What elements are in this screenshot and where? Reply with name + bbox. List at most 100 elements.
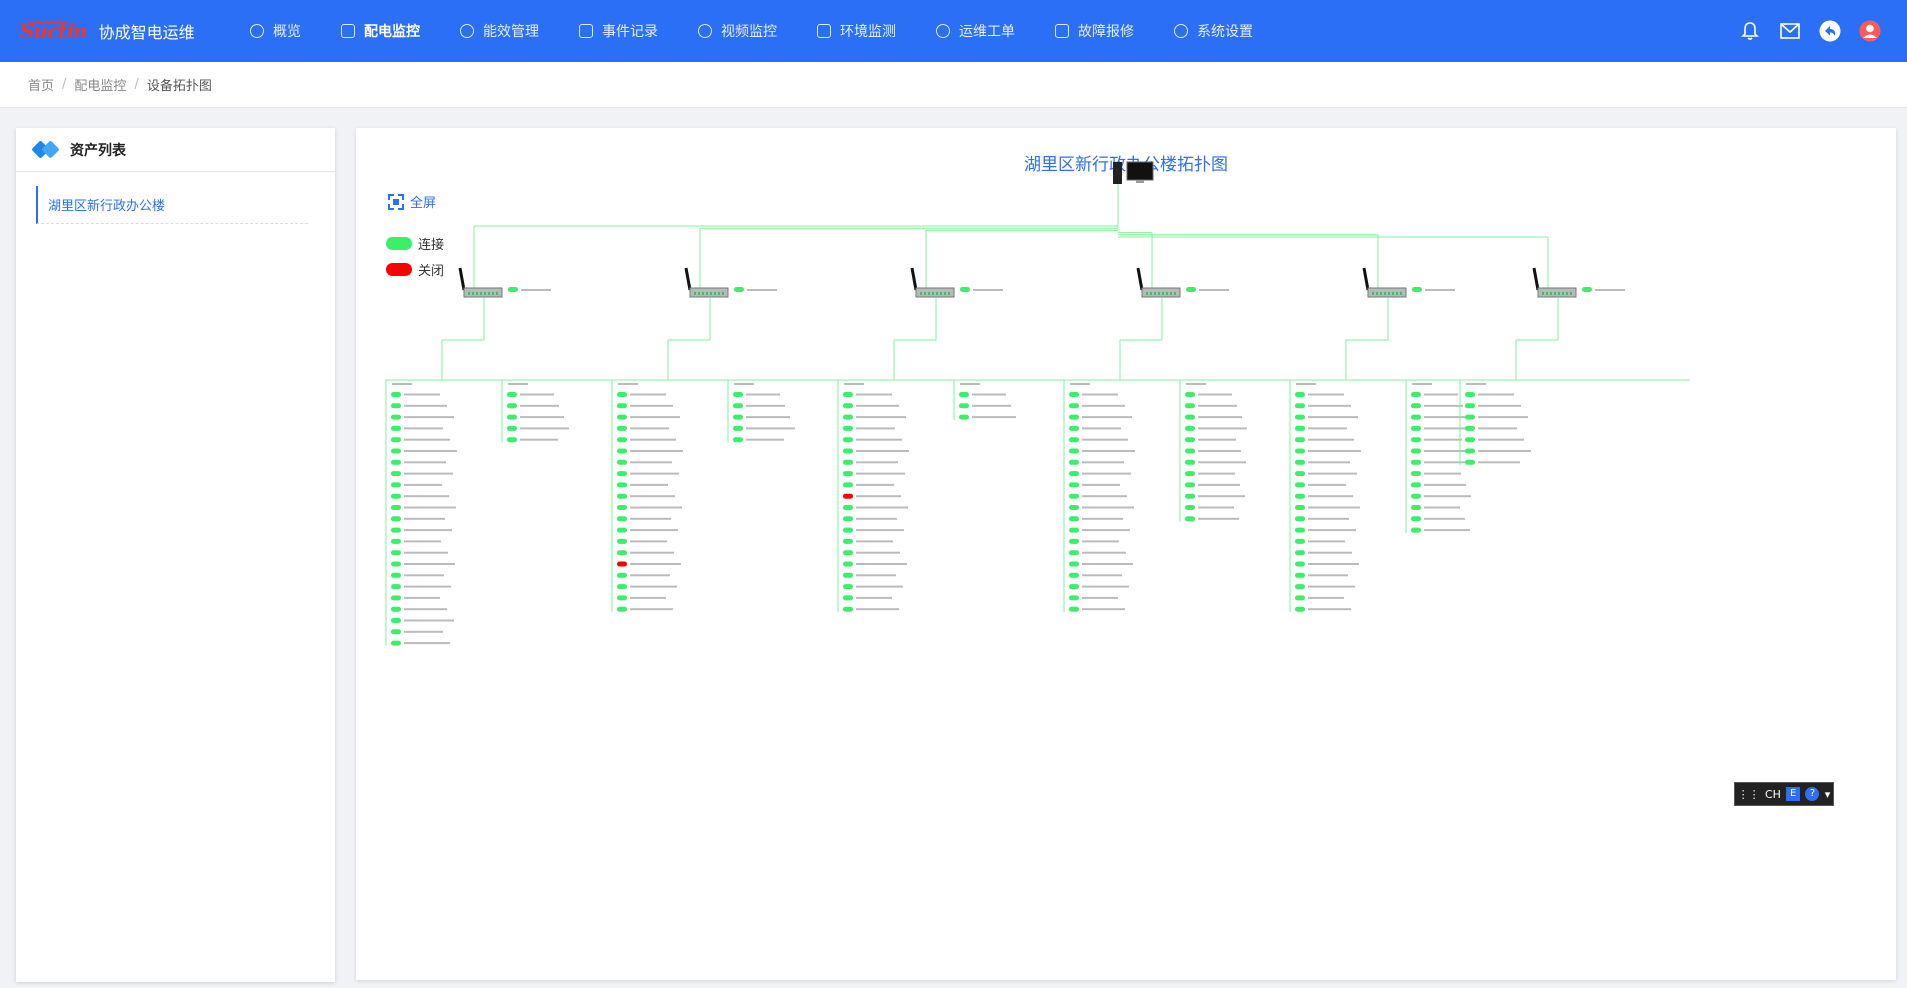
device-status-dot [1295,584,1305,590]
nav-item-2[interactable]: 能效管理 [440,0,559,62]
device-status-dot [1185,392,1195,397]
device-status-dot [1295,392,1305,397]
device-status-dot [959,392,969,397]
device-label-text [404,517,445,520]
mail-icon[interactable] [1779,20,1801,42]
device-status-dot [1069,550,1079,556]
ime-language-label[interactable]: CH [1765,788,1781,801]
device-status-dot [843,414,853,420]
nav-item-6[interactable]: 运维工单 [916,0,1035,62]
router-port [944,292,946,295]
device-label-text [1308,495,1353,498]
device-status-dot [617,505,627,510]
router-port [1546,292,1548,295]
device-status-dot [1465,448,1475,454]
ime-toolbar[interactable]: ⋮⋮ CH E ? ▾ [1734,782,1834,806]
nav-item-7[interactable]: 故障报修 [1035,0,1154,62]
router-port [496,292,498,295]
device-status-dot [391,640,401,646]
device-label-text [1308,529,1356,532]
back-arrow-icon[interactable] [1819,20,1841,42]
device-label-text [1308,450,1361,452]
device-label-text [1082,416,1132,419]
device-label-text [1082,472,1131,475]
device-label-text [520,427,569,430]
device-label-text [1424,461,1472,464]
router-label-text [1199,289,1229,291]
breadcrumb-separator: / [62,77,67,92]
device-label-text [404,630,443,633]
device-status-dot [617,482,627,488]
bell-icon[interactable] [1739,20,1761,42]
device-label-text [1082,596,1118,599]
nav-item-8[interactable]: 系统设置 [1154,0,1273,62]
sidebar-item-building[interactable]: 湖里区新行政办公楼 [36,186,308,224]
device-status-dot [843,459,853,465]
nav-item-4[interactable]: 视频监控 [678,0,797,62]
device-status-dot [1069,425,1079,431]
device-status-dot [1295,414,1305,420]
router-port [710,292,712,295]
ime-mode-icon[interactable]: E [1786,787,1801,801]
ime-more-icon[interactable]: ▾ [1825,788,1831,801]
sidebar-header: 资产列表 [16,128,335,172]
device-status-dot [617,606,627,612]
device-status-dot [843,606,853,612]
device-status-dot [959,403,969,409]
device-status-dot [1411,493,1421,499]
device-label-text [404,551,448,554]
router-port [1392,292,1394,295]
device-label-text [1308,461,1350,464]
device-status-dot [1069,516,1079,522]
device-label-text [404,416,454,419]
device-status-dot [1069,482,1079,488]
router-port [1150,292,1152,295]
ime-help-icon[interactable]: ? [1805,787,1820,801]
device-label-text [1308,563,1359,565]
router-port [722,292,724,295]
device-label-text [856,529,904,532]
device-status-dot [1411,482,1421,488]
device-status-dot [1069,392,1079,397]
device-status-dot [391,437,401,443]
device-label-text [1082,574,1122,577]
nav-icon [936,24,950,38]
breadcrumb-home[interactable]: 首页 [28,75,54,94]
router-label-text [973,289,1003,291]
device-status-dot [843,448,853,454]
sidebar-item-label: 湖里区新行政办公楼 [48,199,166,214]
top-right-tools [1739,0,1881,62]
device-label-text [404,529,452,532]
main-nav: 概览 配电监控 能效管理 事件记录 视频监控 环境监测 运维工单 故障报修 系统设置 [230,0,1273,62]
device-status-dot [1411,527,1421,533]
top-navigation-bar: Suctm 协成智电运维 概览 配电监控 能效管理 事件记录 视频监控 环境监测 运维工单 故… [0,0,1907,62]
device-label-text [1424,517,1465,520]
nav-item-1[interactable]: 配电监控 [321,0,440,62]
router-status-dot [1582,287,1592,292]
brand-logo[interactable]: Suctm 协成智电运维 [18,19,230,43]
device-label-text [1082,461,1124,464]
router-port [472,292,474,295]
nav-item-3[interactable]: 事件记录 [559,0,678,62]
ime-grip-icon: ⋮⋮ [1737,787,1760,801]
device-label-text [1424,404,1463,407]
device-status-dot [617,414,627,420]
device-label-text [1308,551,1352,554]
device-status-dot [1069,403,1079,409]
device-label-text [856,393,892,396]
nav-item-0[interactable]: 概览 [230,0,321,62]
router-port [940,292,942,295]
router-port [928,292,930,295]
device-status-dot [617,595,627,601]
device-status-dot [843,392,853,397]
router-port [1146,292,1148,295]
user-avatar-icon[interactable] [1859,20,1881,42]
device-status-dot [843,561,853,567]
device-status-dot [1185,482,1195,488]
device-status-dot [1069,414,1079,420]
breadcrumb-power-monitoring[interactable]: 配电监控 [74,75,126,94]
nav-item-5[interactable]: 环境监测 [797,0,916,62]
device-status-dot [1465,459,1475,465]
router-port [1158,292,1160,295]
router-port [718,292,720,295]
